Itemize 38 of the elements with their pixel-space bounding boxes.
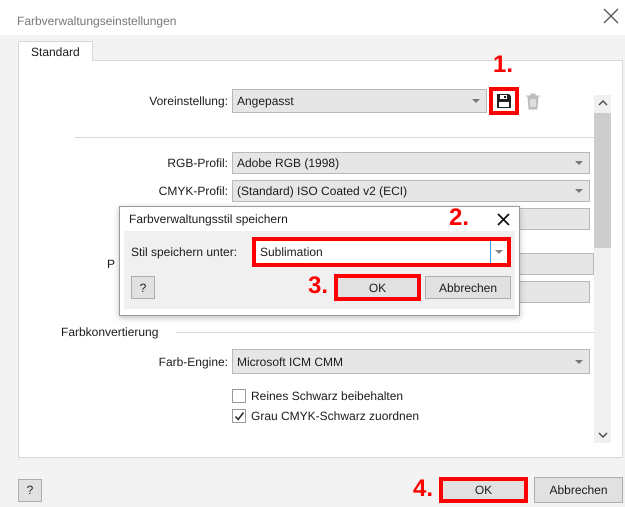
close-icon[interactable] [497,212,510,226]
step-number: 1. [493,51,514,79]
scrollbar-thumb[interactable] [594,113,611,248]
preset-dropdown[interactable]: Angepasst [232,89,487,113]
style-name-field[interactable]: Sublimation [252,237,511,267]
dialog-button[interactable]: OK [439,477,528,503]
window-title: Farbverwaltungseinstellungen [17,14,176,28]
scrollbar[interactable] [594,95,611,443]
field-label: Farb-Engine: [158,354,229,368]
field-label: RGB-Profil: [166,156,229,170]
dialog-button[interactable]: Abbrechen [425,276,511,299]
step-number: 3. [308,272,328,300]
profile-dropdown[interactable]: Adobe RGB (1998) [232,152,590,174]
caret-icon [575,360,583,364]
checkbox-label: Reines Schwarz beibehalten [251,389,404,403]
field-label: P [106,257,116,271]
dialog-title: Farbverwaltungsstil speichern [129,212,288,226]
step-number: 4. [412,475,433,503]
checkbox-label: Grau CMYK-Schwarz zuordnen [251,409,420,423]
caret-icon [472,99,480,103]
engine-dropdown[interactable]: Microsoft ICM CMM [232,349,590,374]
help-button[interactable]: ? [131,276,155,299]
dialog-button[interactable]: OK [334,274,421,301]
checkbox[interactable] [232,389,246,403]
dialog-button[interactable]: Abbrechen [534,477,623,503]
section-heading: Farbkonvertierung [61,325,158,339]
field-label: Voreinstellung: [148,94,229,108]
checkbox[interactable] [232,409,246,423]
help-button[interactable]: ? [18,478,42,502]
profile-dropdown[interactable]: (Standard) ISO Coated v2 (ECI) [232,180,590,202]
field-label: CMYK-Profil: [158,184,229,198]
field-label: Stil speichern unter: [131,245,238,259]
caret-icon [575,161,583,165]
close-icon[interactable] [603,8,619,24]
caret-icon [575,189,583,193]
save-button[interactable] [489,87,519,115]
tab[interactable]: Standard [18,41,93,61]
step-number: 2. [448,204,469,232]
